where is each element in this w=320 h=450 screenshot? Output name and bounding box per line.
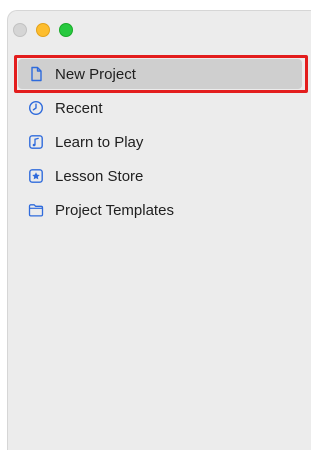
folder-icon [28,202,44,218]
sidebar-item-label: Learn to Play [55,133,144,151]
clock-icon [28,100,44,116]
sidebar-item-label: Project Templates [55,201,174,219]
sidebar-item-label: Recent [55,99,103,117]
star-box-icon [28,168,44,184]
sidebar-item-project-templates[interactable]: Project Templates [18,195,302,225]
minimize-window-button[interactable] [36,23,50,37]
sidebar-item-label: New Project [55,65,136,83]
app-window: New Project Recent Learn to Play Lesson … [7,10,311,450]
sidebar-item-recent[interactable]: Recent [18,93,302,123]
zoom-window-button[interactable] [59,23,73,37]
sidebar: New Project Recent Learn to Play Lesson … [14,55,308,229]
close-window-button[interactable] [13,23,27,37]
traffic-lights [13,23,73,37]
sidebar-item-learn-to-play[interactable]: Learn to Play [18,127,302,157]
music-note-icon [28,134,44,150]
sidebar-item-lesson-store[interactable]: Lesson Store [18,161,302,191]
sidebar-item-new-project[interactable]: New Project [14,55,308,93]
sidebar-item-label: Lesson Store [55,167,144,185]
new-document-icon [28,66,44,82]
